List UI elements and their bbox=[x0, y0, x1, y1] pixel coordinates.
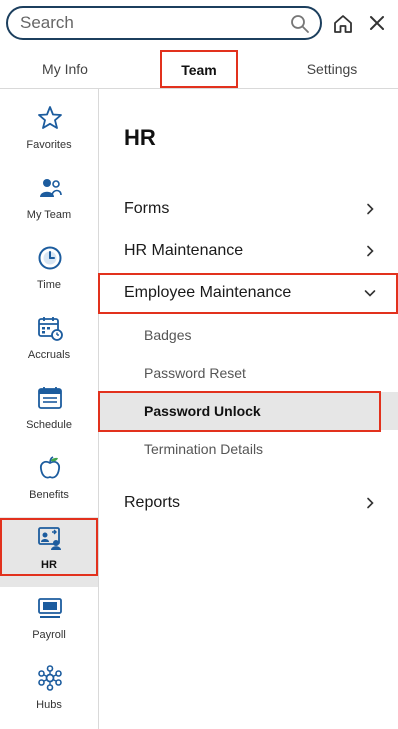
top-bar bbox=[0, 0, 398, 48]
sidebar-item-benefits[interactable]: Benefits bbox=[0, 447, 98, 517]
apple-icon bbox=[39, 456, 61, 479]
clock-icon bbox=[38, 246, 62, 270]
menu-row-employee-maintenance[interactable]: Employee Maintenance bbox=[99, 273, 398, 315]
sidebar-item-favorites[interactable]: Favorites bbox=[0, 97, 98, 167]
search-box[interactable] bbox=[6, 6, 322, 40]
sidebar-item-schedule[interactable]: Schedule bbox=[0, 377, 98, 447]
menu-row-hr-maintenance[interactable]: HR Maintenance bbox=[99, 231, 398, 273]
menu-row-forms[interactable]: Forms bbox=[99, 189, 398, 231]
hubs-icon bbox=[38, 665, 62, 691]
submenu-item-password-unlock[interactable]: Password Unlock bbox=[99, 392, 398, 430]
close-icon[interactable] bbox=[367, 13, 387, 33]
sidebar-item-my-team[interactable]: My Team bbox=[0, 167, 98, 237]
submenu-item-label: Password Unlock bbox=[144, 403, 261, 419]
submenu-item-termination-details[interactable]: Termination Details bbox=[99, 430, 398, 468]
sidebar: Favorites My Team Time Accruals Schedule… bbox=[0, 89, 99, 729]
search-icon[interactable] bbox=[290, 14, 310, 34]
chevron-down-icon bbox=[364, 290, 376, 297]
menu-row-label: HR Maintenance bbox=[124, 242, 244, 259]
calendar-icon bbox=[38, 387, 62, 409]
chevron-right-icon bbox=[367, 245, 374, 257]
submenu-item-label: Password Reset bbox=[144, 365, 246, 381]
submenu-item-label: Termination Details bbox=[144, 441, 264, 457]
sidebar-item-hr[interactable]: HR bbox=[0, 517, 98, 587]
star-icon bbox=[38, 106, 62, 129]
menu-row-label: Forms bbox=[124, 200, 170, 217]
search-input[interactable] bbox=[20, 8, 280, 38]
submenu-item-password-reset[interactable]: Password Reset bbox=[99, 354, 398, 392]
tab-team[interactable]: Team bbox=[160, 50, 238, 88]
sidebar-item-label: Accruals bbox=[27, 349, 71, 361]
tab-settings[interactable]: Settings bbox=[292, 50, 372, 88]
sidebar-item-label: Hubs bbox=[36, 699, 62, 711]
tab-bar: My Info Team Settings bbox=[0, 50, 398, 89]
sidebar-item-label: Favorites bbox=[26, 139, 72, 151]
menu-row-reports[interactable]: Reports bbox=[99, 483, 398, 525]
page-title: HR bbox=[124, 125, 156, 150]
home-icon[interactable] bbox=[332, 13, 354, 35]
sidebar-item-label: My Team bbox=[26, 209, 72, 221]
hr-icon bbox=[38, 527, 61, 550]
sidebar-item-label: HR bbox=[41, 559, 57, 571]
submenu-item-badges[interactable]: Badges bbox=[99, 316, 398, 354]
main-panel: HR Forms HR Maintenance Employee Mainten… bbox=[99, 89, 398, 729]
sidebar-item-label: Payroll bbox=[32, 629, 66, 641]
sidebar-item-label: Time bbox=[36, 279, 62, 291]
sidebar-item-accruals[interactable]: Accruals bbox=[0, 307, 98, 377]
chevron-right-icon bbox=[367, 497, 374, 509]
payroll-icon bbox=[38, 598, 62, 618]
sidebar-item-label: Benefits bbox=[29, 489, 69, 501]
submenu-item-label: Badges bbox=[144, 327, 192, 343]
chevron-right-icon bbox=[367, 203, 374, 215]
sidebar-item-hubs[interactable]: Hubs bbox=[0, 657, 98, 727]
menu-row-label: Reports bbox=[124, 494, 181, 511]
sidebar-item-time[interactable]: Time bbox=[0, 237, 98, 307]
calendar-clock-icon bbox=[38, 317, 63, 341]
sidebar-item-label: Schedule bbox=[26, 419, 72, 431]
tab-my-info[interactable]: My Info bbox=[20, 50, 110, 88]
team-icon bbox=[40, 179, 62, 197]
menu-row-label: Employee Maintenance bbox=[124, 284, 292, 301]
sidebar-item-payroll[interactable]: Payroll bbox=[0, 587, 98, 657]
